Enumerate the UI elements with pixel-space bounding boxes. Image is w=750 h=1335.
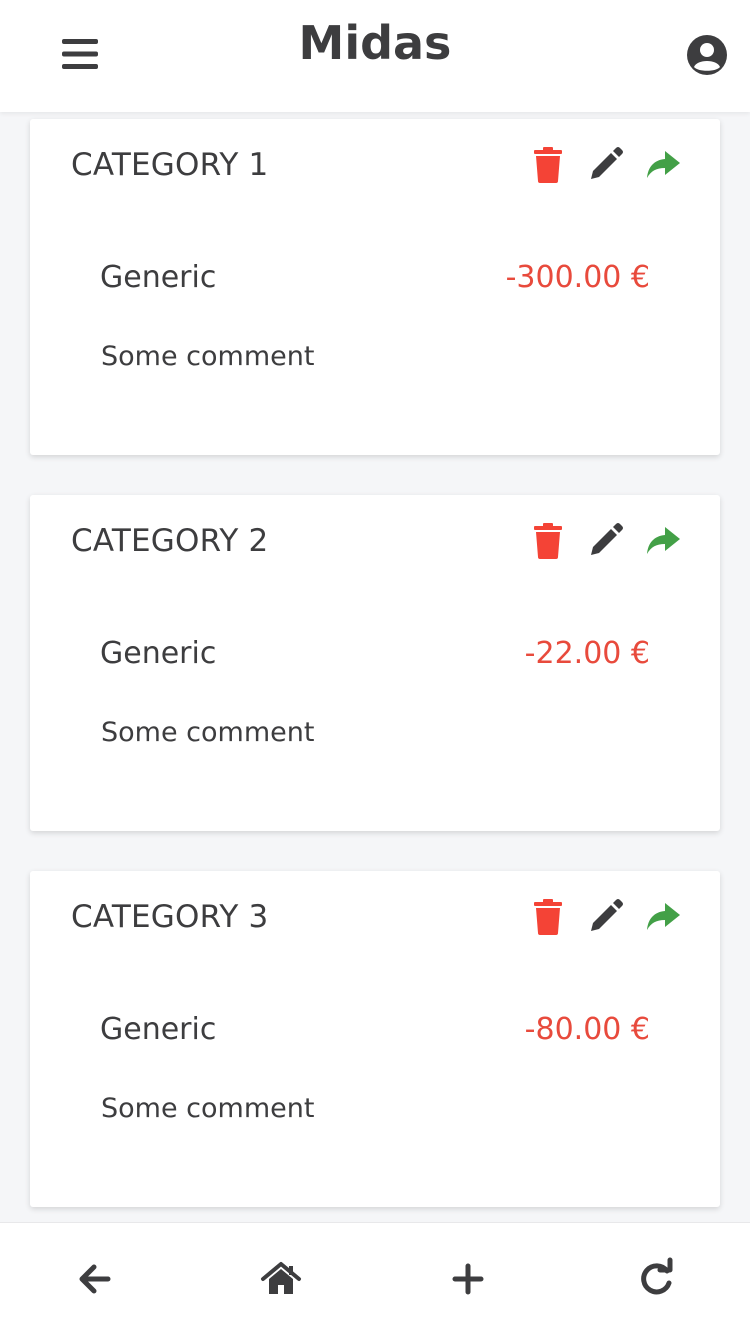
category-title: CATEGORY 3 <box>71 899 269 935</box>
trash-icon <box>534 899 562 935</box>
add-button[interactable] <box>446 1257 490 1301</box>
share-arrow-icon <box>647 903 680 930</box>
home-button[interactable] <box>259 1257 303 1301</box>
delete-button[interactable] <box>528 897 568 937</box>
edit-button[interactable] <box>585 521 625 561</box>
delete-button[interactable] <box>528 145 568 185</box>
hamburger-menu-icon <box>62 39 98 69</box>
share-arrow-icon <box>647 151 680 178</box>
transaction-name: Generic <box>100 1012 217 1047</box>
category-title: CATEGORY 1 <box>71 147 269 183</box>
transaction-card: CATEGORY 1 Generic -300.00 € Some commen… <box>30 119 720 455</box>
transaction-comment: Some comment <box>101 717 315 748</box>
share-button[interactable] <box>643 521 683 561</box>
share-button[interactable] <box>643 897 683 937</box>
back-button[interactable] <box>72 1257 116 1301</box>
transaction-card: CATEGORY 3 Generic -80.00 € Some comment <box>30 871 720 1207</box>
plus-icon <box>452 1263 484 1295</box>
delete-button[interactable] <box>528 521 568 561</box>
trash-icon <box>534 147 562 183</box>
bottom-navigation <box>0 1222 750 1335</box>
transaction-amount: -22.00 € <box>524 636 650 671</box>
top-app-bar: Midas <box>0 0 750 112</box>
refresh-button[interactable] <box>634 1257 678 1301</box>
category-title: CATEGORY 2 <box>71 523 269 559</box>
home-icon <box>261 1262 301 1294</box>
transaction-card: CATEGORY 2 Generic -22.00 € Some comment <box>30 495 720 831</box>
pencil-icon <box>591 899 623 931</box>
trash-icon <box>534 523 562 559</box>
transaction-list: CATEGORY 1 Generic -300.00 € Some commen… <box>0 112 750 1222</box>
transaction-amount: -80.00 € <box>524 1012 650 1047</box>
app-title: Midas <box>298 16 452 70</box>
transaction-amount: -300.00 € <box>505 260 650 295</box>
pencil-icon <box>591 523 623 555</box>
edit-button[interactable] <box>585 145 625 185</box>
refresh-icon <box>641 1257 673 1295</box>
pencil-icon <box>591 147 623 179</box>
account-button[interactable] <box>686 34 728 76</box>
user-circle-icon <box>687 35 727 75</box>
transaction-name: Generic <box>100 636 217 671</box>
share-arrow-icon <box>647 527 680 554</box>
edit-button[interactable] <box>585 897 625 937</box>
transaction-comment: Some comment <box>101 1093 315 1124</box>
transaction-name: Generic <box>100 260 217 295</box>
menu-button[interactable] <box>58 34 102 74</box>
transaction-comment: Some comment <box>101 341 315 372</box>
share-button[interactable] <box>643 145 683 185</box>
arrow-left-icon <box>79 1264 111 1294</box>
